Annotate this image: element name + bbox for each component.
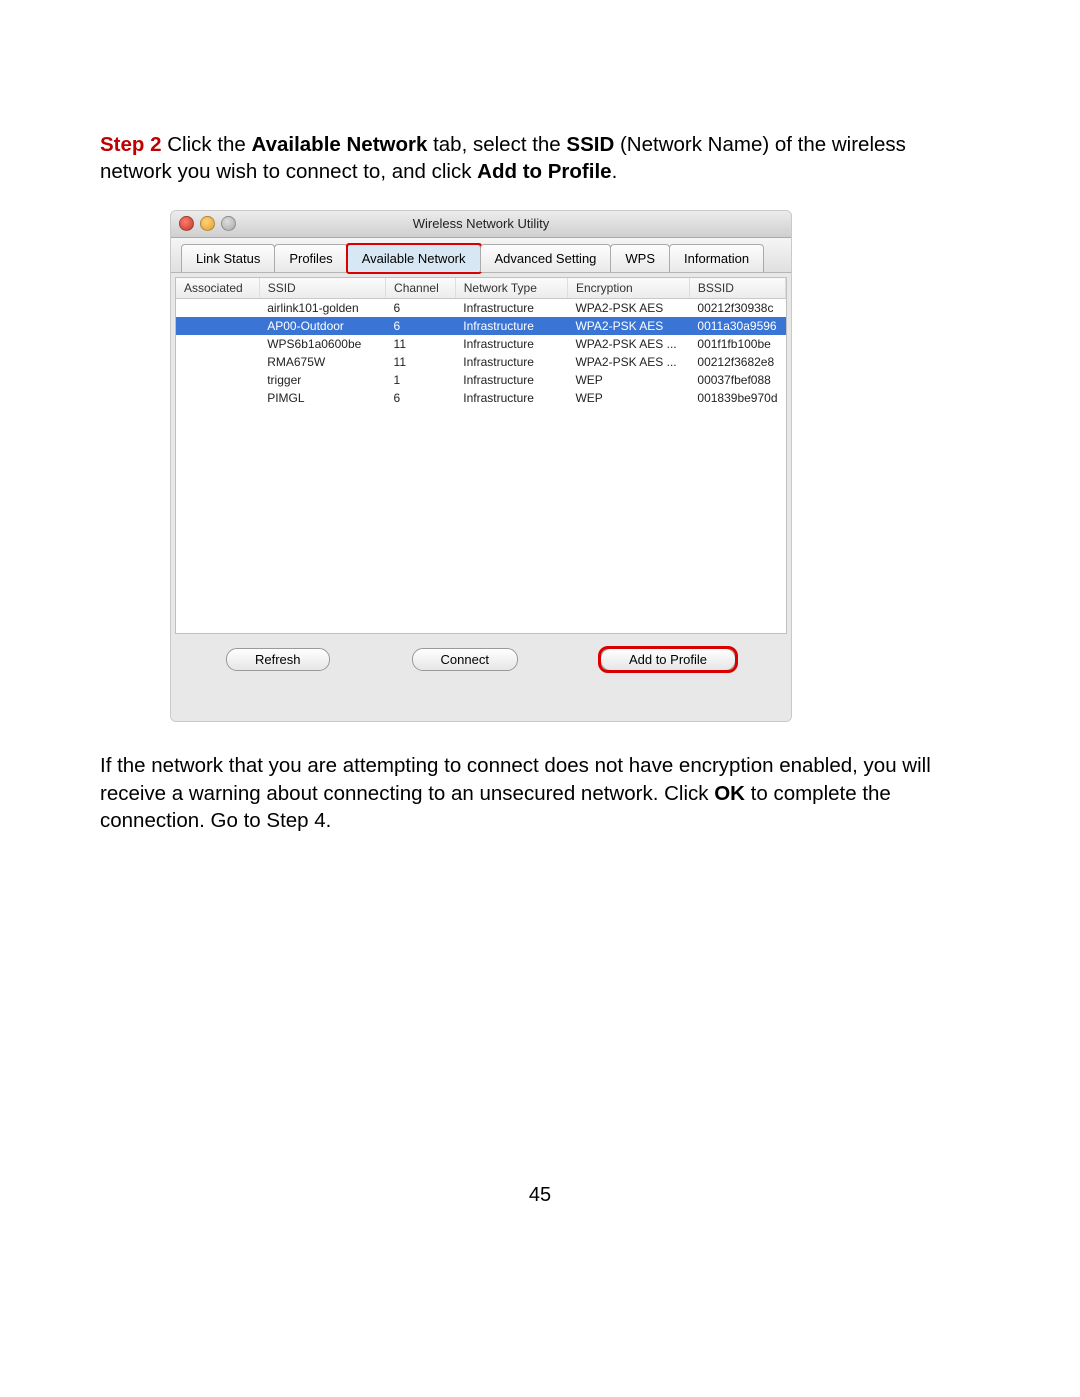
tab-advanced-setting[interactable]: Advanced Setting	[480, 244, 612, 272]
table-row[interactable]: WPS6b1a0600be11InfrastructureWPA2-PSK AE…	[176, 335, 786, 353]
footnote-paragraph: If the network that you are attempting t…	[100, 752, 980, 835]
window-titlebar: Wireless Network Utility	[171, 211, 791, 238]
cell-chan: 11	[386, 353, 456, 371]
cell-assoc	[176, 371, 259, 389]
table-row[interactable]: trigger1InfrastructureWEP00037fbef088	[176, 371, 786, 389]
column-header[interactable]: Channel	[386, 278, 456, 299]
cell-type: Infrastructure	[455, 298, 567, 317]
cell-enc: WPA2-PSK AES	[567, 298, 689, 317]
table-row[interactable]: AP00-Outdoor6InfrastructureWPA2-PSK AES0…	[176, 317, 786, 335]
cell-ssid: RMA675W	[259, 353, 385, 371]
window-title: Wireless Network Utility	[171, 216, 791, 231]
cell-chan: 6	[386, 298, 456, 317]
tab-available-network[interactable]: Available Network	[347, 244, 481, 272]
cell-type: Infrastructure	[455, 335, 567, 353]
cell-chan: 11	[386, 335, 456, 353]
tab-link-status[interactable]: Link Status	[181, 244, 275, 272]
network-table: AssociatedSSIDChannelNetwork TypeEncrypt…	[176, 278, 786, 407]
cell-enc: WPA2-PSK AES ...	[567, 353, 689, 371]
cell-bssid: 001f1fb100be	[689, 335, 785, 353]
table-row[interactable]: airlink101-golden6InfrastructureWPA2-PSK…	[176, 298, 786, 317]
button-row: Refresh Connect Add to Profile	[171, 638, 791, 721]
cell-chan: 6	[386, 389, 456, 407]
cell-bssid: 0011a30a9596	[689, 317, 785, 335]
cell-ssid: trigger	[259, 371, 385, 389]
cell-bssid: 00212f30938c	[689, 298, 785, 317]
step-label: Step 2	[100, 133, 162, 156]
cell-type: Infrastructure	[455, 389, 567, 407]
cell-assoc	[176, 389, 259, 407]
cell-type: Infrastructure	[455, 371, 567, 389]
column-header[interactable]: SSID	[259, 278, 385, 299]
cell-assoc	[176, 298, 259, 317]
cell-type: Infrastructure	[455, 317, 567, 335]
cell-bssid: 00037fbef088	[689, 371, 785, 389]
cell-bssid: 00212f3682e8	[689, 353, 785, 371]
connect-button[interactable]: Connect	[412, 648, 518, 671]
document-page: Step 2 Click the Available Network tab, …	[0, 0, 1080, 1397]
add-to-profile-button[interactable]: Add to Profile	[600, 648, 736, 671]
tab-profiles[interactable]: Profiles	[274, 244, 347, 272]
network-table-container: AssociatedSSIDChannelNetwork TypeEncrypt…	[175, 277, 787, 634]
refresh-button[interactable]: Refresh	[226, 648, 330, 671]
wireless-utility-window: Wireless Network Utility Link StatusProf…	[170, 210, 792, 722]
table-row[interactable]: PIMGL6InfrastructureWEP001839be970d	[176, 389, 786, 407]
page-number: 45	[0, 1184, 1080, 1207]
instruction-paragraph: Step 2 Click the Available Network tab, …	[100, 131, 980, 186]
cell-ssid: PIMGL	[259, 389, 385, 407]
tab-bar: Link StatusProfilesAvailable NetworkAdva…	[171, 238, 791, 273]
column-header[interactable]: Encryption	[567, 278, 689, 299]
cell-type: Infrastructure	[455, 353, 567, 371]
tab-wps[interactable]: WPS	[610, 244, 670, 272]
cell-chan: 6	[386, 317, 456, 335]
cell-enc: WPA2-PSK AES ...	[567, 335, 689, 353]
cell-ssid: AP00-Outdoor	[259, 317, 385, 335]
cell-assoc	[176, 353, 259, 371]
cell-enc: WEP	[567, 371, 689, 389]
cell-enc: WPA2-PSK AES	[567, 317, 689, 335]
cell-ssid: airlink101-golden	[259, 298, 385, 317]
cell-assoc	[176, 335, 259, 353]
cell-chan: 1	[386, 371, 456, 389]
cell-ssid: WPS6b1a0600be	[259, 335, 385, 353]
column-header[interactable]: Associated	[176, 278, 259, 299]
tab-information[interactable]: Information	[669, 244, 764, 272]
column-header[interactable]: BSSID	[689, 278, 785, 299]
table-row[interactable]: RMA675W11InfrastructureWPA2-PSK AES ...0…	[176, 353, 786, 371]
cell-enc: WEP	[567, 389, 689, 407]
column-header[interactable]: Network Type	[455, 278, 567, 299]
cell-bssid: 001839be970d	[689, 389, 785, 407]
cell-assoc	[176, 317, 259, 335]
